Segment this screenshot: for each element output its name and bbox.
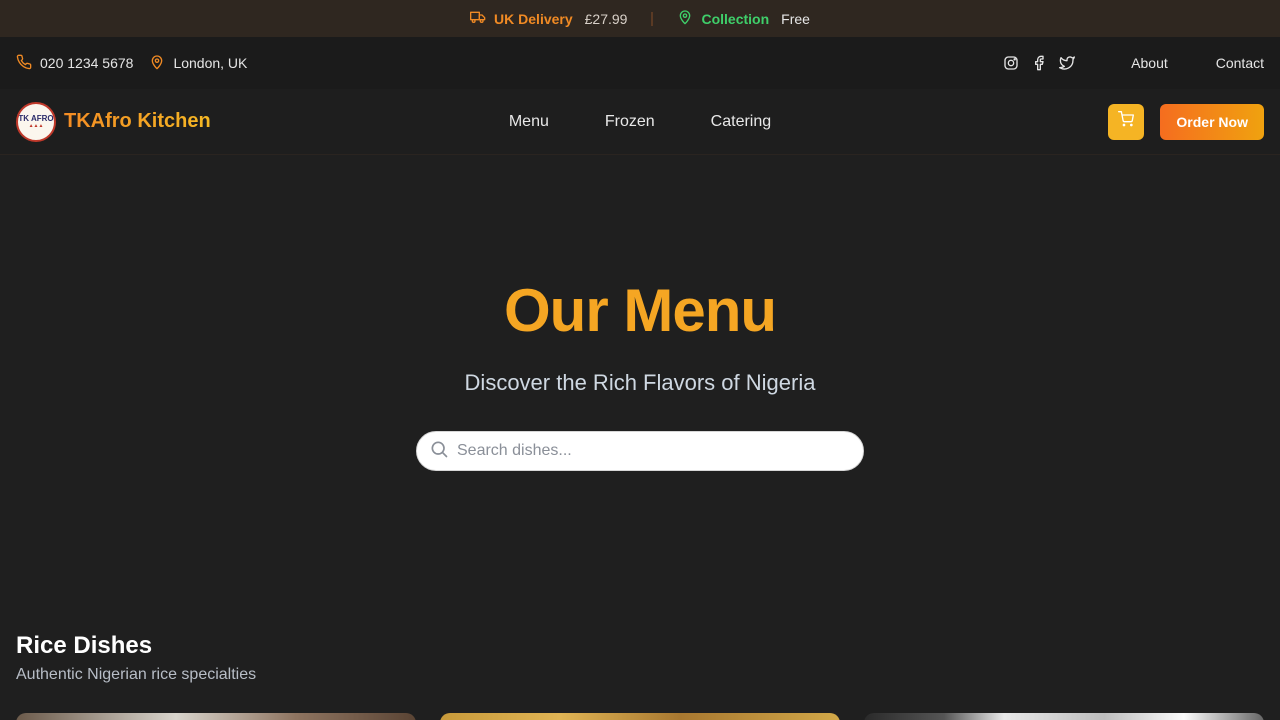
- delivery-info: UK Delivery £27.99: [470, 9, 627, 28]
- divider: [651, 11, 654, 26]
- map-pin-icon: [677, 9, 693, 28]
- search-icon: [429, 439, 449, 464]
- social-links: [1003, 55, 1076, 71]
- location-pin-icon: [149, 54, 165, 73]
- collection-price: Free: [781, 10, 810, 27]
- brand-name[interactable]: TKAfro Kitchen: [64, 110, 211, 133]
- delivery-label: UK Delivery: [494, 10, 573, 27]
- location-text: London, UK: [173, 55, 248, 71]
- collection-info: Collection Free: [677, 9, 810, 28]
- utility-bar: 020 1234 5678 London, UK About Contact: [0, 37, 1280, 89]
- logo-text: TK AFRO: [18, 113, 54, 123]
- truck-icon: [470, 9, 486, 28]
- logo-mark: ▲▲▲: [28, 122, 44, 129]
- phone-icon: [16, 54, 32, 73]
- dish-card[interactable]: [16, 713, 416, 720]
- order-now-button[interactable]: Order Now: [1160, 103, 1264, 140]
- search-input[interactable]: [457, 442, 837, 460]
- about-link[interactable]: About: [1131, 55, 1168, 71]
- facebook-icon[interactable]: [1031, 55, 1047, 71]
- instagram-icon[interactable]: [1003, 55, 1019, 71]
- nav-link-frozen[interactable]: Frozen: [605, 113, 655, 131]
- search-bar[interactable]: [416, 431, 864, 471]
- phone-number: 020 1234 5678: [40, 55, 134, 71]
- dish-card[interactable]: [440, 713, 840, 720]
- dish-card[interactable]: [864, 713, 1264, 720]
- twitter-icon[interactable]: [1059, 55, 1076, 71]
- logo[interactable]: TK AFRO ▲▲▲: [16, 101, 56, 142]
- collection-label: Collection: [701, 10, 770, 27]
- main-navigation: TK AFRO ▲▲▲ TKAfro Kitchen Menu Frozen C…: [0, 89, 1280, 155]
- page-title: Our Menu: [504, 277, 777, 344]
- location-contact: London, UK: [149, 54, 247, 73]
- section-subtitle: Authentic Nigerian rice specialties: [16, 666, 257, 683]
- phone-contact[interactable]: 020 1234 5678: [16, 54, 133, 73]
- page-subtitle: Discover the Rich Flavors of Nigeria: [464, 370, 816, 395]
- cart-button[interactable]: [1108, 103, 1145, 140]
- delivery-price: £27.99: [584, 10, 628, 27]
- announcement-bar: UK Delivery £27.99 Collection Free: [0, 0, 1280, 37]
- contact-link[interactable]: Contact: [1216, 55, 1264, 71]
- nav-link-menu[interactable]: Menu: [509, 113, 549, 131]
- section-title: Rice Dishes: [16, 632, 153, 659]
- cart-icon: [1118, 111, 1135, 132]
- nav-link-catering[interactable]: Catering: [711, 113, 771, 131]
